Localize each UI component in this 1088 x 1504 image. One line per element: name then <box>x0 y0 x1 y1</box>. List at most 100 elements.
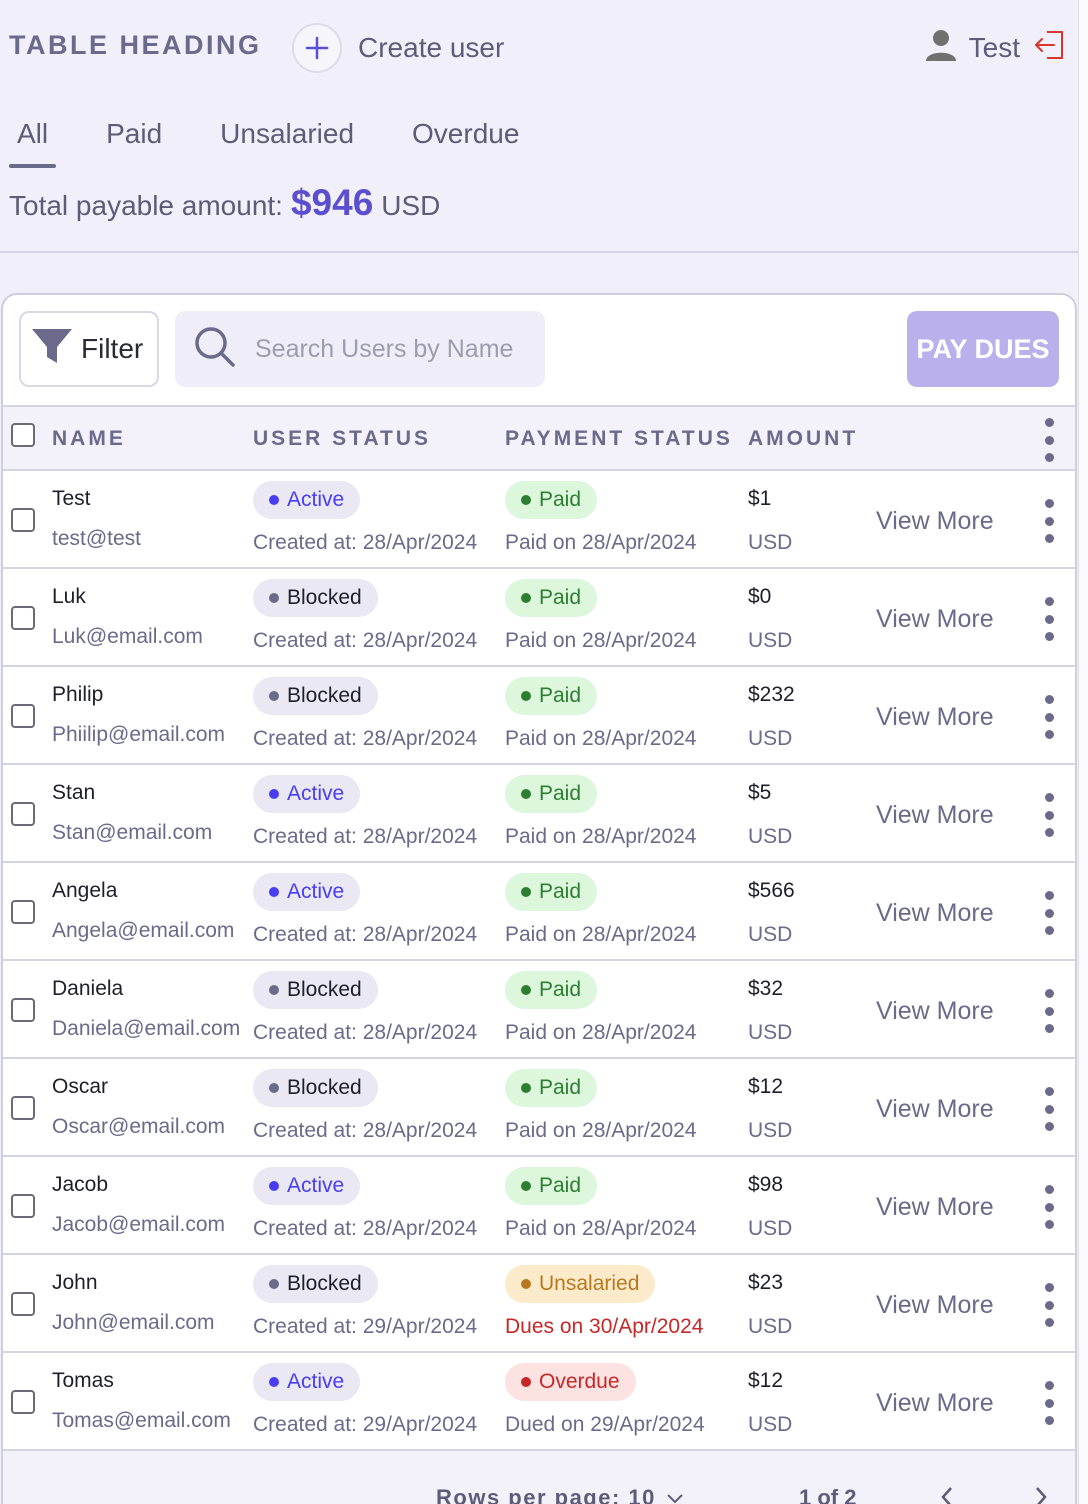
row-checkbox[interactable] <box>11 508 35 532</box>
amount-value: $12 <box>748 1075 784 1098</box>
view-more-link[interactable]: View More <box>876 605 994 634</box>
kebab-icon[interactable] <box>1043 891 1055 935</box>
filter-label[interactable]: Filter <box>81 333 143 365</box>
column-header-amount[interactable]: AMOUNT <box>748 427 858 451</box>
created-date: Created at: 28/Apr/2024 <box>253 825 478 848</box>
plus-icon[interactable] <box>292 23 342 73</box>
view-more-link[interactable]: View More <box>876 1389 994 1418</box>
logout-icon[interactable] <box>1032 28 1066 67</box>
view-more-link[interactable]: View More <box>876 1291 994 1320</box>
create-user-button[interactable]: Create user <box>292 22 504 74</box>
row-checkbox[interactable] <box>11 1096 35 1120</box>
kebab-icon[interactable] <box>1043 989 1055 1033</box>
table-row: Oscar Oscar@email.com Blocked Created at… <box>3 1059 1075 1157</box>
amount-currency: USD <box>748 923 793 946</box>
user-name: Test <box>52 487 91 510</box>
view-more-link[interactable]: View More <box>876 703 994 732</box>
tab-paid[interactable]: Paid <box>98 118 170 160</box>
view-more-link[interactable]: View More <box>876 899 994 928</box>
row-checkbox[interactable] <box>11 704 35 728</box>
created-date: Created at: 29/Apr/2024 <box>253 1413 478 1436</box>
view-more-link[interactable]: View More <box>876 1095 994 1124</box>
user-name: Jacob <box>52 1173 109 1196</box>
kebab-icon[interactable] <box>1043 695 1055 739</box>
pay-dues-button[interactable]: PAY DUES <box>907 311 1059 387</box>
table-footer: Rows per page: 10 1 of 2 <box>3 1451 1075 1504</box>
chevron-left-icon[interactable] <box>939 1485 959 1504</box>
payment-status-label: Paid <box>539 1174 582 1197</box>
column-header-name[interactable]: NAME <box>52 427 126 451</box>
select-all-checkbox[interactable] <box>11 423 35 447</box>
kebab-icon[interactable] <box>1043 1185 1055 1229</box>
created-date: Created at: 28/Apr/2024 <box>253 629 478 652</box>
chevron-down-icon[interactable] <box>666 1485 684 1504</box>
user-status-badge: Blocked <box>253 971 378 1009</box>
tab-overdue[interactable]: Overdue <box>404 118 527 160</box>
view-more-link[interactable]: View More <box>876 1193 994 1222</box>
kebab-icon[interactable] <box>1043 597 1055 641</box>
payment-status-label: Paid <box>539 586 582 609</box>
row-checkbox[interactable] <box>11 900 35 924</box>
user-status-badge: Active <box>253 1363 361 1401</box>
table-row: Angela Angela@email.com Active Created a… <box>3 863 1075 961</box>
header-kebab-icon[interactable] <box>1043 418 1055 462</box>
payment-note: Paid on 28/Apr/2024 <box>505 1119 697 1142</box>
payment-status-label: Paid <box>539 488 582 511</box>
kebab-icon[interactable] <box>1043 1087 1055 1131</box>
created-date: Created at: 29/Apr/2024 <box>253 1315 478 1338</box>
chevron-right-icon[interactable] <box>1033 1485 1053 1504</box>
created-date: Created at: 28/Apr/2024 <box>253 923 478 946</box>
user-status-badge: Active <box>253 873 361 911</box>
payment-status-badge: Paid <box>505 873 598 911</box>
user-name: Philip <box>52 683 104 706</box>
kebab-icon[interactable] <box>1043 1381 1055 1425</box>
row-checkbox[interactable] <box>11 1390 35 1414</box>
user-status-badge: Blocked <box>253 677 378 715</box>
rows-per-page-label[interactable]: Rows per page: 10 <box>436 1485 656 1504</box>
table-row: Luk Luk@email.com Blocked Created at: 28… <box>3 569 1075 667</box>
total-label: Total payable amount: <box>9 190 283 221</box>
tab-unsalaried[interactable]: Unsalaried <box>212 118 362 160</box>
table-row: Stan Stan@email.com Active Created at: 2… <box>3 765 1075 863</box>
user-status-label: Blocked <box>287 1076 362 1099</box>
amount-value: $5 <box>748 781 772 804</box>
search-box[interactable] <box>175 311 545 387</box>
view-more-link[interactable]: View More <box>876 997 994 1026</box>
created-date: Created at: 28/Apr/2024 <box>253 1217 478 1240</box>
row-checkbox[interactable] <box>11 1194 35 1218</box>
kebab-icon[interactable] <box>1043 499 1055 543</box>
row-checkbox[interactable] <box>11 998 35 1022</box>
scrollbar-track[interactable] <box>1078 0 1088 1504</box>
search-input[interactable] <box>255 334 525 364</box>
tab-all[interactable]: All <box>9 118 57 168</box>
row-checkbox[interactable] <box>11 1292 35 1316</box>
amount-value: $566 <box>748 879 795 902</box>
user-email: Angela@email.com <box>52 919 235 942</box>
column-header-payment-status[interactable]: PAYMENT STATUS <box>505 427 733 451</box>
row-checkbox[interactable] <box>11 606 35 630</box>
payment-note: Paid on 28/Apr/2024 <box>505 727 697 750</box>
user-name[interactable]: Test <box>969 32 1020 64</box>
table-row: Test test@test Active Created at: 28/Apr… <box>3 471 1075 569</box>
filter-button[interactable]: Filter <box>19 311 159 387</box>
user-email: Luk@email.com <box>52 625 203 648</box>
amount-currency: USD <box>748 1315 793 1338</box>
user-email: test@test <box>52 527 142 550</box>
column-header-user-status[interactable]: USER STATUS <box>253 427 431 451</box>
amount-currency: USD <box>748 727 793 750</box>
table-row: Jacob Jacob@email.com Active Created at:… <box>3 1157 1075 1255</box>
user-menu[interactable]: Test <box>925 28 1066 67</box>
user-status-label: Blocked <box>287 978 362 1001</box>
view-more-link[interactable]: View More <box>876 507 994 536</box>
created-date: Created at: 28/Apr/2024 <box>253 1021 478 1044</box>
kebab-icon[interactable] <box>1043 1283 1055 1327</box>
create-user-label[interactable]: Create user <box>358 32 504 64</box>
row-checkbox[interactable] <box>11 802 35 826</box>
amount-currency: USD <box>748 1217 793 1240</box>
rows-per-page-select[interactable]: Rows per page: 10 <box>436 1485 684 1504</box>
top-bar: TABLE HEADING Create user Test <box>0 0 1078 96</box>
user-status-badge: Blocked <box>253 579 378 617</box>
kebab-icon[interactable] <box>1043 793 1055 837</box>
amount-currency: USD <box>748 1413 793 1436</box>
view-more-link[interactable]: View More <box>876 801 994 830</box>
